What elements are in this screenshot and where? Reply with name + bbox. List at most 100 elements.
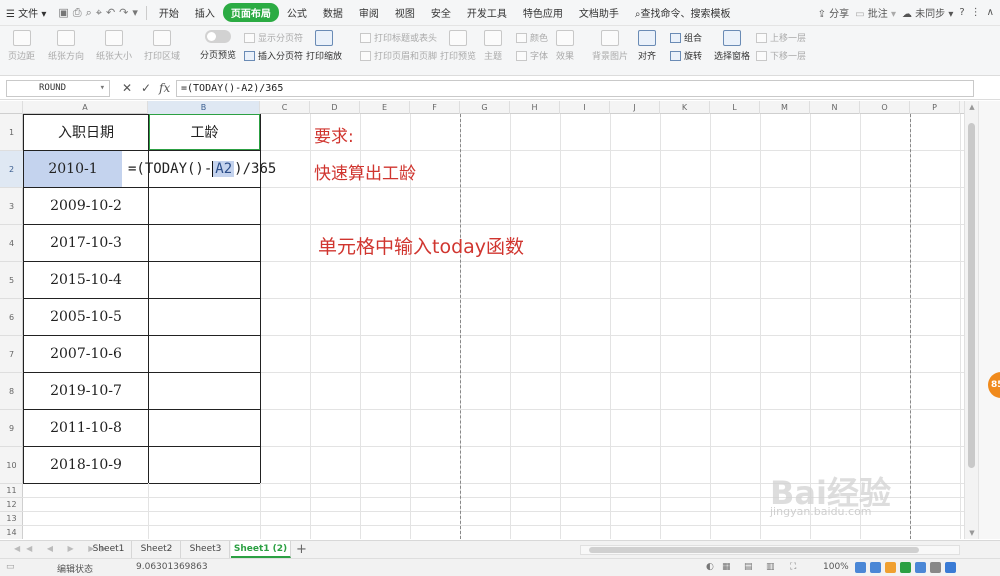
sheet-tab-4[interactable]: Sheet1 (2): [231, 541, 291, 558]
scroll-up-icon[interactable]: ▲: [965, 103, 979, 111]
paper-size-button[interactable]: 纸张大小: [96, 30, 132, 62]
tab-features[interactable]: 特色应用: [515, 5, 571, 20]
command-search[interactable]: ⌕查找命令、搜索模板: [627, 5, 739, 20]
tab-formulas[interactable]: 公式: [279, 5, 315, 20]
show-page-breaks-checkbox[interactable]: 显示分页符: [244, 31, 303, 44]
normal-view-icon[interactable]: ▦: [722, 562, 731, 572]
bring-forward-button[interactable]: 上移一层: [756, 31, 806, 44]
zoom-level[interactable]: 100%: [823, 562, 849, 572]
tab-review[interactable]: 审阅: [351, 5, 387, 20]
reading-view-icon[interactable]: ▥: [766, 562, 775, 572]
vertical-scrollbar[interactable]: ▲ ▼: [964, 101, 978, 539]
column-header-G[interactable]: G: [460, 101, 510, 114]
cell-A3[interactable]: 2009-10-2: [24, 188, 148, 224]
tab-view[interactable]: 视图: [387, 5, 423, 20]
column-header-I[interactable]: I: [560, 101, 610, 114]
row-header-12[interactable]: 12: [0, 498, 23, 512]
margins-button[interactable]: 页边距: [8, 30, 35, 62]
insert-page-break-button[interactable]: 插入分页符: [244, 49, 303, 62]
cell-B1[interactable]: 工龄: [149, 114, 260, 150]
column-header-M[interactable]: M: [760, 101, 810, 114]
row-header-11[interactable]: 11: [0, 484, 23, 498]
select-all-corner[interactable]: [0, 101, 23, 114]
print-scale-button[interactable]: 打印缩放: [306, 30, 342, 62]
rotate-button[interactable]: 旋转: [670, 49, 702, 62]
column-header-J[interactable]: J: [610, 101, 660, 114]
cancel-icon[interactable]: ✕: [122, 81, 132, 95]
sync-button[interactable]: ☁ 未同步 ▾: [902, 5, 953, 20]
tab-home[interactable]: 开始: [151, 5, 187, 20]
row-header-7[interactable]: 7: [0, 336, 23, 373]
cell-A5[interactable]: 2015-10-4: [24, 262, 148, 298]
row-header-4[interactable]: 4: [0, 225, 23, 262]
format-painter-icon[interactable]: ⌖: [96, 6, 102, 20]
selection-pane-button[interactable]: 选择窗格: [714, 30, 750, 62]
print-titles-button[interactable]: 打印标题或表头: [360, 31, 437, 44]
cell-A6[interactable]: 2005-10-5: [24, 299, 148, 335]
comment-button[interactable]: ▭ 批注 ▾: [855, 5, 896, 20]
row-header-10[interactable]: 10: [0, 447, 23, 484]
file-menu[interactable]: ☰ 文件 ▾: [0, 5, 54, 20]
row-header-8[interactable]: 8: [0, 373, 23, 410]
column-header-C[interactable]: C: [260, 101, 310, 114]
tab-page-layout[interactable]: 页面布局: [222, 3, 279, 22]
add-sheet-button[interactable]: +: [296, 541, 307, 558]
sheet-tab-2[interactable]: Sheet2: [133, 541, 181, 558]
share-button[interactable]: ⇪ 分享: [818, 5, 850, 20]
cell-A10[interactable]: 2018-10-9: [24, 447, 148, 483]
tab-data[interactable]: 数据: [315, 5, 351, 20]
column-header-K[interactable]: K: [660, 101, 710, 114]
confirm-icon[interactable]: ✓: [141, 81, 151, 95]
row-header-3[interactable]: 3: [0, 188, 23, 225]
formula-input[interactable]: =(TODAY()-A2)/365: [176, 80, 974, 97]
wechat-icon[interactable]: [900, 562, 911, 573]
tab-developer[interactable]: 开发工具: [459, 5, 515, 20]
tab-insert[interactable]: 插入: [187, 5, 223, 20]
column-header-B[interactable]: B: [148, 101, 260, 114]
in-cell-formula-editor[interactable]: =(TODAY() - A2)/365: [128, 151, 276, 187]
row-header-9[interactable]: 9: [0, 410, 23, 447]
cell-A8[interactable]: 2019-10-7: [24, 373, 148, 409]
row-header-2[interactable]: 2: [0, 151, 23, 188]
theme-button[interactable]: 主题: [484, 30, 502, 62]
fullscreen-icon[interactable]: ⛶: [790, 562, 796, 572]
save-icon[interactable]: ▣: [58, 6, 68, 19]
cell-A1[interactable]: 入职日期: [24, 114, 148, 150]
help-button[interactable]: ?: [959, 7, 964, 18]
chevron-down-icon[interactable]: ▾: [100, 81, 105, 96]
print-area-button[interactable]: 打印区域: [144, 30, 180, 62]
row-header-14[interactable]: 14: [0, 526, 23, 539]
redo-icon[interactable]: ↷: [119, 6, 128, 19]
cell-A9[interactable]: 2011-10-8: [24, 410, 148, 446]
orientation-button[interactable]: 纸张方向: [48, 30, 84, 62]
column-header-N[interactable]: N: [810, 101, 860, 114]
column-header-F[interactable]: F: [410, 101, 460, 114]
fonts-button[interactable]: 字体: [516, 49, 548, 62]
keyboard-icon[interactable]: [930, 562, 941, 573]
eye-protection-icon[interactable]: ◐: [706, 562, 714, 572]
tray-icon[interactable]: [915, 562, 926, 573]
more-icon[interactable]: ⋮: [971, 7, 981, 18]
column-header-D[interactable]: D: [310, 101, 360, 114]
tab-doc-assistant[interactable]: 文档助手: [571, 5, 627, 20]
name-box[interactable]: ROUND ▾: [6, 80, 110, 97]
row-header-1[interactable]: 1: [0, 114, 23, 151]
group-button[interactable]: 组合: [670, 31, 702, 44]
customize-dropdown-icon[interactable]: ▾: [132, 6, 138, 19]
effects-button[interactable]: 效果: [556, 30, 574, 62]
print-icon[interactable]: ⎙: [73, 6, 82, 20]
cell-A7[interactable]: 2007-10-6: [24, 336, 148, 372]
column-header-P[interactable]: P: [910, 101, 960, 114]
column-header-H[interactable]: H: [510, 101, 560, 114]
column-header-E[interactable]: E: [360, 101, 410, 114]
align-button[interactable]: 对齐: [638, 30, 656, 62]
vertical-scroll-thumb[interactable]: [968, 123, 975, 468]
column-header-O[interactable]: O: [860, 101, 910, 114]
row-header-13[interactable]: 13: [0, 512, 23, 526]
row-header-6[interactable]: 6: [0, 299, 23, 336]
collapse-ribbon-icon[interactable]: ∧: [987, 7, 994, 18]
column-header-A[interactable]: A: [23, 101, 148, 114]
background-button[interactable]: 背景图片: [592, 30, 628, 62]
colors-button[interactable]: 颜色: [516, 31, 548, 44]
horizontal-scroll-thumb[interactable]: [589, 547, 919, 553]
